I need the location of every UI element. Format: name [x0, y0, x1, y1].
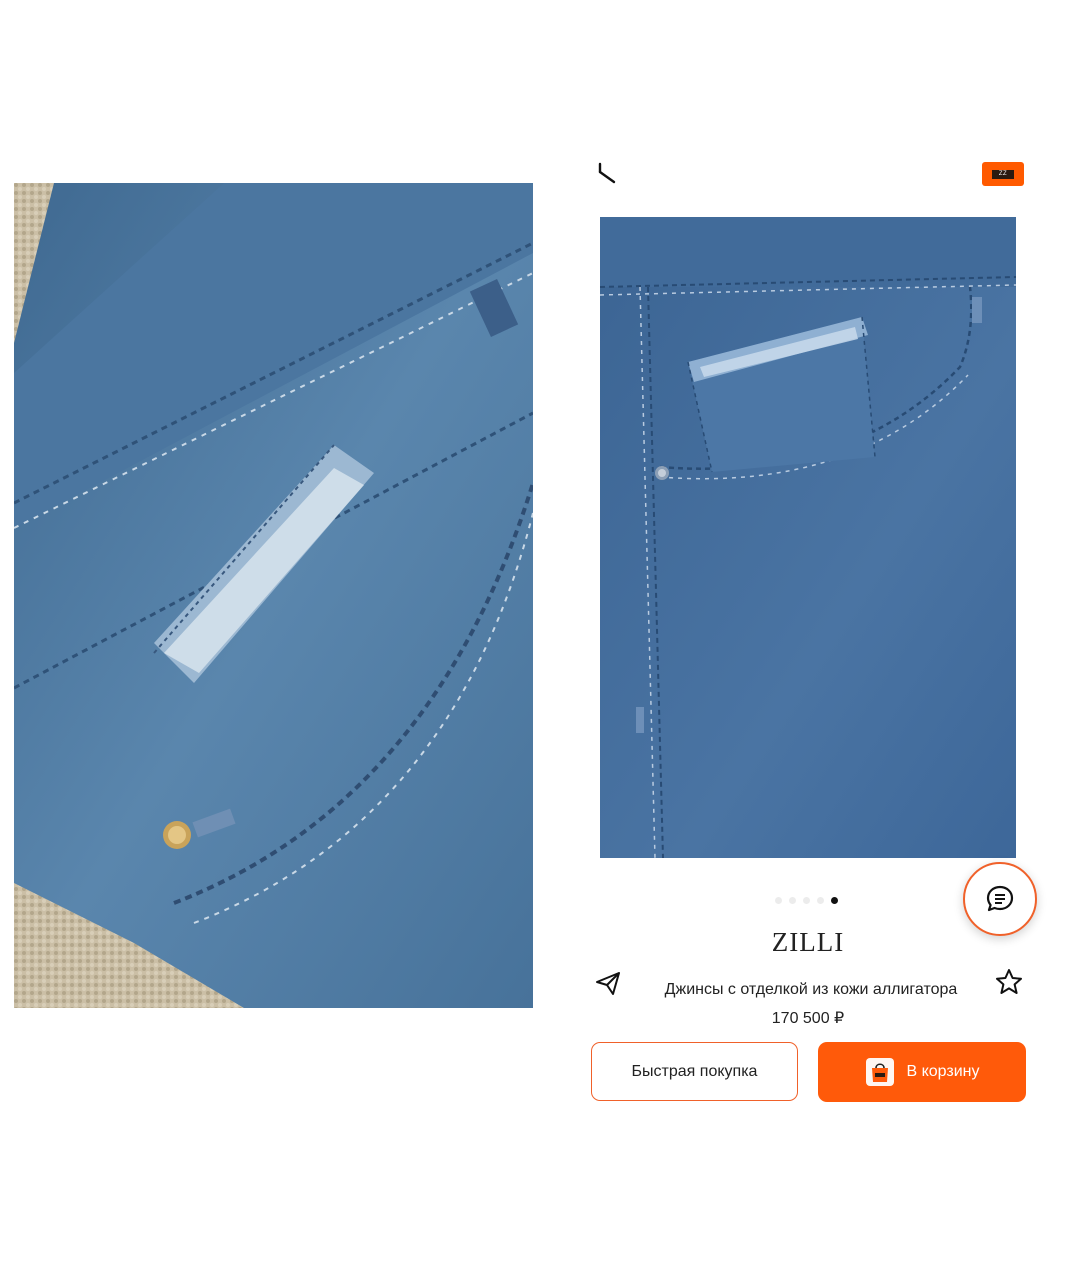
- brand-logo-icon[interactable]: ZZ: [982, 162, 1024, 186]
- carousel-dot-5-active[interactable]: [831, 897, 838, 904]
- brand-name[interactable]: ZILLI: [590, 927, 1026, 958]
- carousel-dot-1[interactable]: [775, 897, 782, 904]
- carousel-dot-2[interactable]: [789, 897, 796, 904]
- product-title: Джинсы с отделкой из кожи аллигатора: [664, 981, 958, 998]
- add-to-cart-label: В корзину: [906, 1063, 980, 1080]
- product-gallery-image[interactable]: [600, 217, 1016, 858]
- star-icon[interactable]: [994, 967, 1024, 997]
- quick-buy-button[interactable]: Быстрая покупка: [591, 1042, 798, 1101]
- jeans-closeup-photo: [14, 183, 533, 1008]
- chat-button[interactable]: [963, 862, 1037, 936]
- add-to-cart-button[interactable]: В корзину: [818, 1042, 1026, 1102]
- product-price: 170 500 ₽: [771, 1010, 845, 1027]
- carousel-dots: [775, 897, 838, 904]
- quick-buy-label: Быстрая покупка: [631, 1062, 758, 1080]
- chat-bubble-icon: [986, 885, 1014, 912]
- paper-plane-icon[interactable]: [594, 969, 622, 997]
- product-screen: ZZ ZILLI Джинсы с отделкой из кожи аллиг…: [590, 150, 1040, 1110]
- back-arrow-icon[interactable]: [594, 158, 620, 184]
- page: ZZ ZILLI Джинсы с отделкой из кожи аллиг…: [0, 0, 1080, 1280]
- shopping-bag-icon: [866, 1058, 895, 1086]
- carousel-dot-3[interactable]: [803, 897, 810, 904]
- brand-logo-text: ZZ: [992, 169, 1014, 179]
- carousel-dot-4[interactable]: [817, 897, 824, 904]
